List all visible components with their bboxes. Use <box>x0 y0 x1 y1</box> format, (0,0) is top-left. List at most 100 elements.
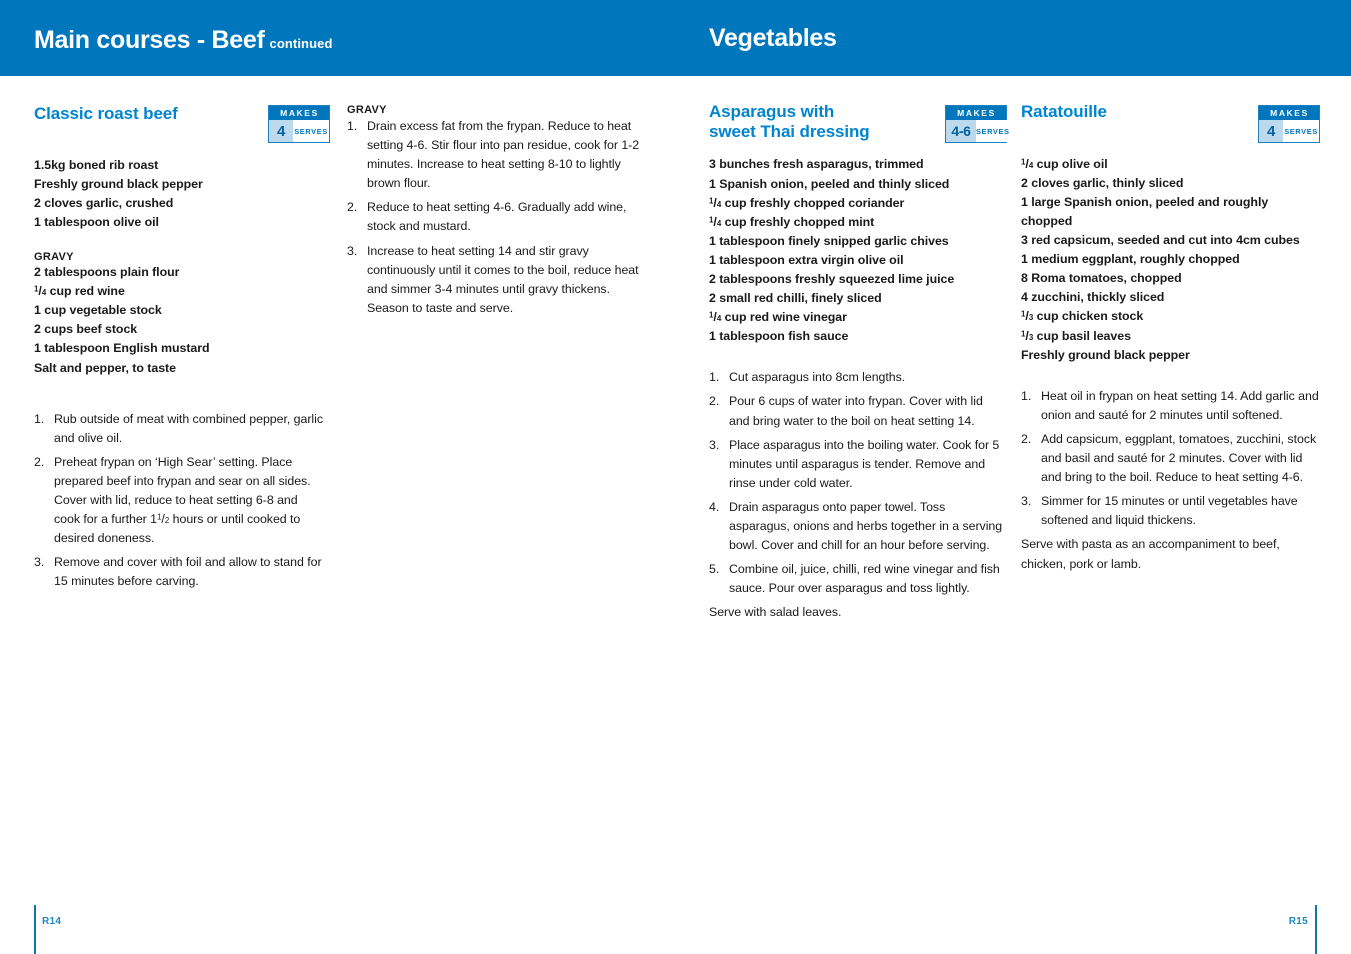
ingredient-item: 2 tablespoons plain flour <box>34 265 180 280</box>
ingredient-item: 2 tablespoons freshly squeezed lime juic… <box>709 272 955 286</box>
ingredient-item: 8 Roma tomatoes, chopped <box>1021 271 1182 286</box>
method-step-text: Reduce to heat setting 4-6. Gradually ad… <box>367 200 627 234</box>
method-step-text: Simmer for 15 minutes or until vegetable… <box>1041 494 1298 528</box>
ingredient-item: 1/4 cup olive oil <box>1021 156 1108 171</box>
ingredient-item: Freshly ground black pepper <box>34 176 203 191</box>
ingredient-item: 1 tablespoon finely snipped garlic chive… <box>709 233 949 248</box>
method-ratatouille: 1. Heat oil in frypan on heat setting 14.… <box>1021 387 1321 531</box>
method-step: 3. Increase to heat setting 14 and stir g… <box>347 242 642 318</box>
ingredient-item: 1/4 cup red wine vinegar <box>709 310 847 325</box>
method-step: 3. Simmer for 15 minutes or until vegetab… <box>1021 492 1321 530</box>
serving-note-asparagus: Serve with salad leaves. <box>709 605 842 620</box>
method-step-number: 1. <box>709 370 720 385</box>
header-title-left: Main courses - Beef continued <box>34 26 333 55</box>
method-step-number: 3. <box>347 243 358 258</box>
method-step: 3. Remove and cover with foil and allow t… <box>34 553 324 591</box>
method-step: 1. Heat oil in frypan on heat setting 14.… <box>1021 387 1321 425</box>
method-step-text: Heat oil in frypan on heat setting 14. A… <box>1041 388 1319 422</box>
method-step: 2. Preheat frypan on ‘High Sear’ setting.… <box>34 453 324 548</box>
method-step-number: 2. <box>1021 431 1032 446</box>
recipe-title-asparagus: Asparagus with sweet Thai dressing <box>709 76 1005 141</box>
ingredient-item: 1 cup vegetable stock <box>34 303 162 318</box>
method-step-text: Cut asparagus into 8cm lengths. <box>729 370 906 385</box>
ingredient-item: 1 large Spanish onion, peeled and roughl… <box>1021 194 1269 228</box>
method-step-number: 5. <box>709 562 720 577</box>
ingredient-item: 2 cloves garlic, crushed <box>34 195 174 210</box>
header-continued-label: continued <box>269 36 333 51</box>
ingredient-item: 2 cups beef stock <box>34 322 138 337</box>
gravy-method-heading: GRAVY <box>347 104 387 116</box>
gravy-ingredients-heading: GRAVY <box>34 251 74 264</box>
ingredient-item: Freshly ground black pepper <box>1021 347 1190 362</box>
ingredient-item: 3 bunches fresh asparagus, trimmed <box>709 157 924 172</box>
method-step-text: Add capsicum, eggplant, tomatoes, zucchi… <box>1041 431 1317 485</box>
ingredient-item: 1/4 cup freshly chopped mint <box>709 214 875 229</box>
ingredients-asparagus: 3 bunches fresh asparagus, trimmed 1 Span… <box>709 155 1005 346</box>
page-number-left: R14 <box>42 916 62 927</box>
method-step: 2. Add capsicum, eggplant, tomatoes, zucc… <box>1021 430 1321 487</box>
ingredient-item: Salt and pepper, to taste <box>34 360 176 375</box>
ingredient-item: 1 tablespoon olive oil <box>34 215 159 229</box>
method-step-text: Place asparagus into the boiling water. … <box>729 437 1000 490</box>
method-step: 2. Pour 6 cups of water into frypan. Cove… <box>709 392 1005 430</box>
ingredient-item: 1 tablespoon English mustard <box>34 341 210 356</box>
ingredient-item: 1 tablespoon extra virgin olive oil <box>709 252 904 267</box>
method-step-number: 3. <box>709 437 720 452</box>
ingredient-item: 1 tablespoon fish sauce <box>709 329 849 344</box>
method-step-text: Remove and cover with foil and allow to … <box>54 555 322 589</box>
ingredient-item: 2 small red chilli, finely sliced <box>709 291 882 306</box>
ingredient-item: 1 medium eggplant, roughly chopped <box>1021 252 1240 267</box>
ingredient-item: 2 cloves garlic, thinly sliced <box>1021 175 1184 190</box>
method-step-text: Preheat frypan on ‘High Sear’ setting. P… <box>54 454 311 546</box>
recipe-title-classic-roast-beef: Classic roast beef <box>34 104 178 123</box>
folio-rule <box>34 905 36 954</box>
page-number-right: R15 <box>1288 916 1308 927</box>
method-step-number: 4. <box>709 499 720 514</box>
ingredient-item: 4 zucchini, thickly sliced <box>1021 290 1165 305</box>
method-step: 2. Reduce to heat setting 4-6. Gradually … <box>347 198 642 236</box>
recipe-title-asparagus-line2: sweet Thai dressing <box>709 121 870 141</box>
column-asparagus: Asparagus with sweet Thai dressing 3 bun… <box>709 76 1005 623</box>
header-title-right-text: Vegetables <box>709 24 837 52</box>
method-asparagus: 1. Cut asparagus into 8cm lengths. 2. Pour … <box>709 368 1005 598</box>
method-step-number: 1. <box>34 411 45 426</box>
ingredient-item: 1/4 cup freshly chopped coriander <box>709 195 905 210</box>
method-step-number: 3. <box>34 555 45 570</box>
method-step-number: 2. <box>709 394 720 409</box>
ingredient-item: 1 Spanish onion, peeled and thinly slice… <box>709 176 950 191</box>
folio-rule <box>1315 905 1317 954</box>
method-gravy: 1. Drain excess fat from the frypan. Redu… <box>347 117 642 318</box>
method-step-number: 3. <box>1021 494 1032 509</box>
method-step-text: Drain asparagus onto paper towel. Toss a… <box>729 499 1003 553</box>
method-step-number: 2. <box>34 454 45 469</box>
column-classic-roast-beef: Classic roast beef 1.5kg boned rib roast… <box>34 76 324 597</box>
ingredients-ratatouille: 1/4 cup olive oil 2 cloves garlic, thinly… <box>1021 155 1321 365</box>
method-step-number: 2. <box>347 200 358 215</box>
serving-note-ratatouille: Serve with pasta as an accompaniment to … <box>1021 537 1280 571</box>
header-title-right: Vegetables <box>709 24 837 53</box>
recipe-title-ratatouille: Ratatouille <box>1021 102 1107 121</box>
ingredient-item: 1/3 cup chicken stock <box>1021 309 1144 324</box>
column-ratatouille: Ratatouille 1/4 cup olive oil 2 cloves ga… <box>1021 76 1321 574</box>
method-step: 5. Combine oil, juice, chilli, red wine v… <box>709 560 1005 598</box>
recipe-title-asparagus-line1: Asparagus with <box>709 102 835 121</box>
method-step: 4. Drain asparagus onto paper towel. Toss… <box>709 498 1005 555</box>
method-step-number: 1. <box>347 119 358 133</box>
method-classic-roast-beef: 1. Rub outside of meat with combined pepp… <box>34 410 324 592</box>
ingredient-item: 3 red capsicum, seeded and cut into 4cm … <box>1021 233 1300 248</box>
ingredient-item: 1/3 cup basil leaves <box>1021 328 1131 343</box>
method-step-text: Drain excess fat from the frypan. Reduce… <box>367 119 640 191</box>
method-step: 1. Drain excess fat from the frypan. Redu… <box>347 117 642 193</box>
method-step-text: Combine oil, juice, chilli, red wine vin… <box>729 562 1000 596</box>
ingredients-classic-roast-beef: 1.5kg boned rib roast Freshly ground blac… <box>34 156 324 232</box>
ingredient-item: 1.5kg boned rib roast <box>34 157 159 172</box>
method-step-text: Increase to heat setting 14 and stir gra… <box>367 243 639 315</box>
header-title-left-text: Main courses - Beef <box>34 26 265 54</box>
method-step-text: Rub outside of meat with combined pepper… <box>54 411 323 445</box>
ingredient-item: 1/4 cup red wine <box>34 284 125 299</box>
method-step: 1. Cut asparagus into 8cm lengths. <box>709 368 1005 387</box>
column-gravy-method: GRAVY 1. Drain excess fat from the frypan… <box>347 76 642 323</box>
method-step-number: 1. <box>1021 388 1032 403</box>
method-step: 1. Rub outside of meat with combined pepp… <box>34 410 324 448</box>
method-step-text: Pour 6 cups of water into frypan. Cover … <box>729 394 983 428</box>
